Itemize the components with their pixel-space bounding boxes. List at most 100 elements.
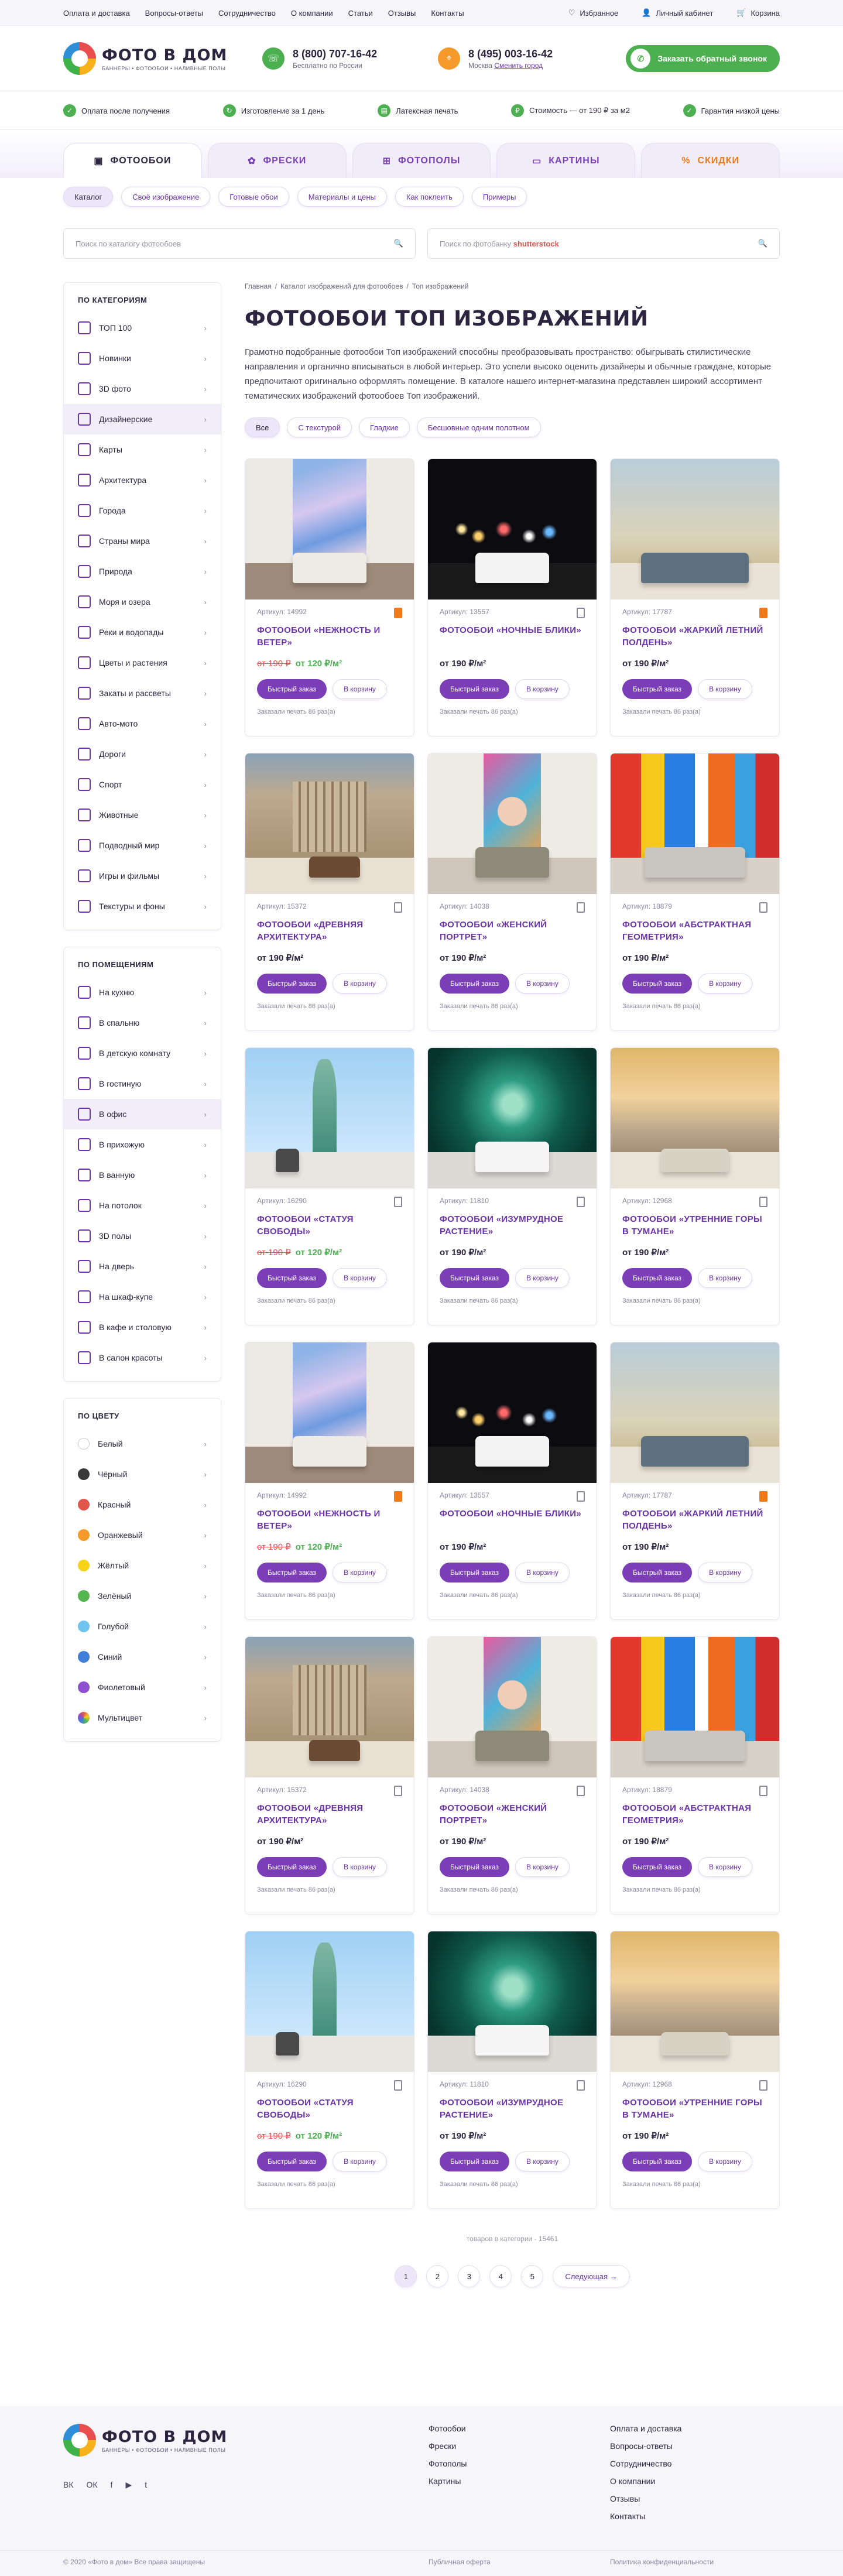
product-image[interactable] (428, 1048, 597, 1188)
sidebar-item[interactable]: Города › (64, 495, 221, 526)
quick-order-button[interactable]: Быстрый заказ (440, 1857, 510, 1877)
add-to-cart-button[interactable]: В корзину (333, 1268, 387, 1288)
footer-link[interactable]: Картины (429, 2476, 610, 2486)
favorites-link[interactable]: ♡ Избранное (568, 8, 619, 18)
top-nav-link[interactable]: Сотрудничество (218, 9, 276, 18)
sidebar-item[interactable]: Природа › (64, 556, 221, 587)
sidebar-item[interactable]: Дороги › (64, 739, 221, 769)
quick-order-button[interactable]: Быстрый заказ (257, 2152, 327, 2171)
social-icon[interactable]: t (145, 2480, 147, 2490)
tab-1[interactable]: ▣ ФОТООБОИ (63, 143, 202, 178)
sidebar-item[interactable]: Животные › (64, 800, 221, 830)
add-to-cart-button[interactable]: В корзину (698, 1268, 752, 1288)
sidebar-item[interactable]: В кафе и столовую › (64, 1312, 221, 1342)
footer-link[interactable]: Контакты (610, 2512, 681, 2521)
footer-logo[interactable]: ФОТО В ДОМ БАННЕРЫ • ФОТООБОИ • НАЛИВНЫЕ… (63, 2424, 262, 2457)
social-icon[interactable]: f (111, 2480, 113, 2490)
product-image[interactable] (611, 459, 779, 600)
footer-link[interactable]: Вопросы-ответы (610, 2441, 681, 2451)
phone-number-2[interactable]: 8 (495) 003-16-42 (468, 48, 553, 60)
quick-order-button[interactable]: Быстрый заказ (622, 1268, 693, 1288)
subnav-chip[interactable]: Примеры (471, 187, 527, 207)
product-image[interactable] (245, 753, 414, 894)
product-title[interactable]: ФОТООБОИ «НОЧНЫЕ БЛИКИ» (440, 1508, 585, 1532)
sidebar-item[interactable]: В гостиную › (64, 1068, 221, 1099)
tab-2[interactable]: ✿ ФРЕСКИ (207, 143, 347, 178)
color-filter-item[interactable]: Жёлтый › (64, 1550, 221, 1581)
change-city-link[interactable]: Сменить город (494, 61, 543, 70)
subnav-chip[interactable]: Каталог (63, 187, 114, 207)
product-image[interactable] (245, 1931, 414, 2072)
bookmark-icon[interactable] (577, 1197, 585, 1207)
product-image[interactable] (611, 753, 779, 894)
product-title[interactable]: ФОТООБОИ «ЖЕНСКИЙ ПОРТРЕТ» (440, 1802, 585, 1827)
quick-order-button[interactable]: Быстрый заказ (622, 1857, 693, 1877)
product-image[interactable] (611, 1342, 779, 1483)
page-button[interactable]: 4 (489, 2265, 512, 2287)
product-card[interactable]: Артикул: 15372 ФОТООБОИ «ДРЕВНЯЯ АРХИТЕКТ… (245, 753, 414, 1031)
logo[interactable]: ФОТО В ДОМ БАННЕРЫ • ФОТООБОИ • НАЛИВНЫЕ… (63, 42, 262, 75)
add-to-cart-button[interactable]: В корзину (333, 679, 387, 699)
sidebar-item[interactable]: Закаты и рассветы › (64, 678, 221, 708)
product-title[interactable]: ФОТООБОИ «СТАТУЯ СВОБОДЫ» (257, 1213, 402, 1238)
product-image[interactable] (428, 1931, 597, 2072)
product-card[interactable]: Артикул: 17787 ФОТООБОИ «ЖАРКИЙ ЛЕТНИЙ ПО… (610, 458, 780, 737)
product-title[interactable]: ФОТООБОИ «ЖАРКИЙ ЛЕТНИЙ ПОЛДЕНЬ» (622, 1508, 767, 1532)
product-card[interactable]: Артикул: 13557 ФОТООБОИ «НОЧНЫЕ БЛИКИ» от … (427, 458, 597, 737)
quick-order-button[interactable]: Быстрый заказ (440, 974, 510, 994)
add-to-cart-button[interactable]: В корзину (515, 1857, 570, 1877)
product-card[interactable]: Артикул: 17787 ФОТООБОИ «ЖАРКИЙ ЛЕТНИЙ ПО… (610, 1342, 780, 1620)
bookmark-icon[interactable] (577, 2080, 585, 2091)
offer-link[interactable]: Публичная оферта (429, 2558, 610, 2566)
bookmark-icon[interactable] (577, 608, 585, 618)
bookmark-icon[interactable] (394, 1197, 402, 1207)
product-title[interactable]: ФОТООБОИ «НОЧНЫЕ БЛИКИ» (440, 624, 585, 649)
top-nav-link[interactable]: Статьи (348, 9, 373, 18)
add-to-cart-button[interactable]: В корзину (515, 974, 570, 994)
top-nav-link[interactable]: Отзывы (388, 9, 416, 18)
subnav-chip[interactable]: Материалы и цены (297, 187, 387, 207)
product-image[interactable] (245, 1342, 414, 1483)
sidebar-item[interactable]: Карты › (64, 434, 221, 465)
sidebar-item[interactable]: Моря и озера › (64, 587, 221, 617)
add-to-cart-button[interactable]: В корзину (515, 1268, 570, 1288)
add-to-cart-button[interactable]: В корзину (515, 1563, 570, 1582)
product-card[interactable]: Артикул: 15372 ФОТООБОИ «ДРЕВНЯЯ АРХИТЕКТ… (245, 1636, 414, 1914)
subnav-chip[interactable]: Готовые обои (218, 187, 289, 207)
add-to-cart-button[interactable]: В корзину (333, 1563, 387, 1582)
sidebar-item[interactable]: Текстуры и фоны › (64, 891, 221, 922)
social-icon[interactable]: ▶ (125, 2480, 132, 2490)
top-nav-link[interactable]: Оплата и доставка (63, 9, 130, 18)
sidebar-item[interactable]: В офис › (64, 1099, 221, 1129)
quick-order-button[interactable]: Быстрый заказ (440, 2152, 510, 2171)
filter-chip[interactable]: С текстурой (287, 417, 352, 437)
cart-link[interactable]: 🛒 Корзина (736, 8, 780, 18)
footer-link[interactable]: Сотрудничество (610, 2459, 681, 2468)
product-card[interactable]: Артикул: 12968 ФОТООБОИ «УТРЕННИЕ ГОРЫ В … (610, 1931, 780, 2209)
color-filter-item[interactable]: Белый › (64, 1429, 221, 1459)
subnav-chip[interactable]: Как поклеить (395, 187, 464, 207)
product-image[interactable] (245, 1048, 414, 1188)
color-filter-item[interactable]: Фиолетовый › (64, 1672, 221, 1703)
quick-order-button[interactable]: Быстрый заказ (257, 679, 327, 699)
cabinet-link[interactable]: 👤 Личный кабинет (642, 8, 713, 18)
product-card[interactable]: Артикул: 14038 ФОТООБОИ «ЖЕНСКИЙ ПОРТРЕТ»… (427, 1636, 597, 1914)
breadcrumb-item[interactable]: Каталог изображений для фотообоев (280, 282, 403, 290)
bookmark-icon[interactable] (577, 902, 585, 913)
footer-link[interactable]: Фрески (429, 2441, 610, 2451)
footer-link[interactable]: О компании (610, 2476, 681, 2486)
bookmark-icon[interactable] (394, 2080, 402, 2091)
search-icon[interactable]: 🔍 (394, 239, 403, 248)
footer-link[interactable]: Оплата и доставка (610, 2424, 681, 2433)
sidebar-item[interactable]: Цветы и растения › (64, 648, 221, 678)
sidebar-item[interactable]: 3D полы › (64, 1221, 221, 1251)
filter-chip[interactable]: Все (245, 417, 280, 437)
sidebar-item[interactable]: Дизайнерские › (64, 404, 221, 434)
sidebar-item[interactable]: Авто-мото › (64, 708, 221, 739)
quick-order-button[interactable]: Быстрый заказ (622, 2152, 693, 2171)
add-to-cart-button[interactable]: В корзину (515, 2152, 570, 2171)
sidebar-item[interactable]: Спорт › (64, 769, 221, 800)
bookmark-icon[interactable] (759, 1491, 767, 1502)
sidebar-item[interactable]: На кухню › (64, 977, 221, 1008)
product-title[interactable]: ФОТООБОИ «АБСТРАКТНАЯ ГЕОМЕТРИЯ» (622, 919, 767, 943)
